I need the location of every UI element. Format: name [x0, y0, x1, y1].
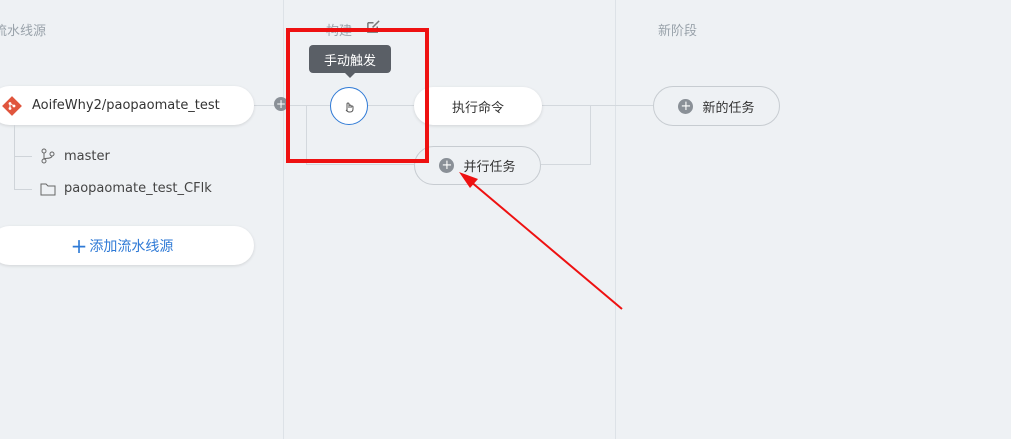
annotation-arrow — [459, 172, 623, 310]
